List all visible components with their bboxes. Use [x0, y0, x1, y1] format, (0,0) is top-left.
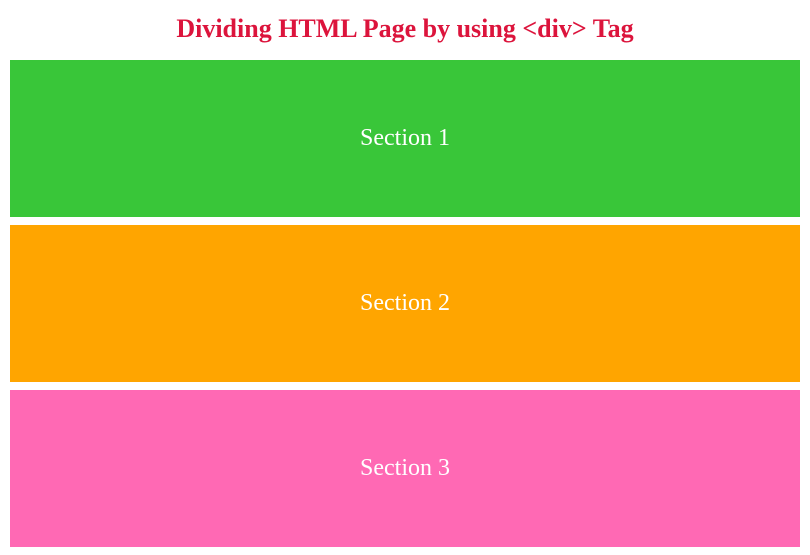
- page-title: Dividing HTML Page by using <div> Tag: [0, 0, 810, 60]
- section-2-label: Section 2: [360, 290, 450, 317]
- section-3-label: Section 3: [360, 455, 450, 482]
- section-2: Section 2: [10, 225, 800, 382]
- section-1: Section 1: [10, 60, 800, 217]
- section-3: Section 3: [10, 390, 800, 547]
- section-1-label: Section 1: [360, 125, 450, 152]
